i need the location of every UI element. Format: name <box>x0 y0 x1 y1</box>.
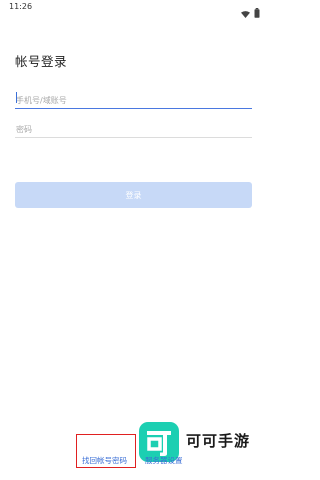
server-settings-link[interactable]: 服务器设置 <box>145 455 183 466</box>
battery-icon <box>254 3 260 22</box>
status-bar: 11:26 <box>0 0 269 18</box>
phone-input[interactable] <box>15 91 253 110</box>
watermark-text: 可可手游 <box>186 432 251 450</box>
phone-field[interactable] <box>15 88 253 110</box>
page-title: 帐号登录 <box>15 54 68 69</box>
text-caret <box>16 92 17 103</box>
password-input[interactable] <box>15 120 253 139</box>
status-icons <box>241 3 260 22</box>
login-button[interactable]: 登录 <box>15 182 252 208</box>
recover-account-link[interactable]: 找回帐号密码 <box>82 455 127 466</box>
password-field[interactable] <box>15 117 253 139</box>
status-time: 11:26 <box>9 2 33 11</box>
wifi-icon <box>241 3 250 22</box>
